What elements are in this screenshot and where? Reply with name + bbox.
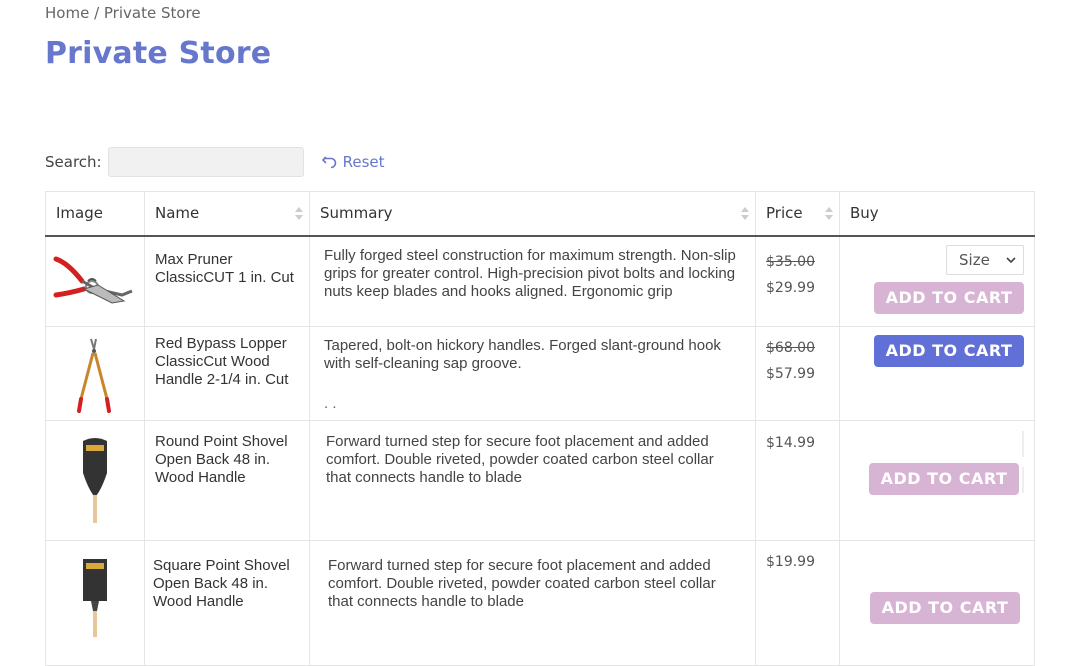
old-price: $68.00 — [766, 340, 815, 356]
search-input[interactable] — [107, 147, 304, 177]
current-price: $29.99 — [766, 279, 815, 296]
product-image-cell — [45, 420, 145, 541]
reset-button[interactable]: Reset — [321, 153, 385, 171]
product-price-cell: $35.00 $29.99 — [755, 235, 840, 327]
chevron-down-icon — [1006, 256, 1016, 263]
product-price-cell: $14.99 — [755, 420, 840, 541]
divider — [1022, 467, 1024, 493]
current-price: $19.99 — [766, 554, 815, 570]
product-name[interactable]: Square Point Shovel Open Back 48 in. Woo… — [144, 540, 310, 666]
product-image-cell — [45, 540, 145, 666]
table-row: Round Point Shovel Open Back 48 in. Wood… — [45, 420, 1035, 541]
search-label: Search: — [45, 153, 102, 171]
add-to-cart-button[interactable]: ADD TO CART — [869, 463, 1019, 495]
add-to-cart-button[interactable]: ADD TO CART — [874, 335, 1024, 367]
products-table: Image Name Summary Price Buy Max Pruner … — [45, 191, 1035, 666]
undo-icon — [321, 156, 336, 169]
buy-cell: ADD TO CART — [839, 326, 1035, 421]
product-image-cell — [45, 235, 145, 327]
current-price: $57.99 — [766, 366, 815, 382]
column-header-buy: Buy — [839, 191, 1035, 237]
table-row: Red Bypass Lopper ClassicCut Wood Handle… — [45, 326, 1035, 421]
buy-cell: ADD TO CART — [839, 540, 1035, 666]
page-title: Private Store — [45, 36, 272, 71]
column-header-summary-label: Summary — [320, 204, 393, 223]
buy-cell: ADD TO CART — [839, 420, 1035, 541]
product-price-cell: $19.99 — [755, 540, 840, 666]
divider — [1022, 431, 1024, 457]
size-select[interactable]: Size — [946, 244, 1024, 275]
product-summary: Forward turned step for secure foot plac… — [309, 420, 756, 541]
column-header-name[interactable]: Name — [144, 191, 310, 237]
breadcrumb-home-link[interactable]: Home — [45, 4, 89, 22]
product-image-cell — [45, 326, 145, 421]
sort-icon[interactable] — [295, 207, 303, 221]
lopper-icon[interactable] — [75, 335, 115, 415]
column-header-price[interactable]: Price — [755, 191, 840, 237]
old-price: $35.00 — [766, 253, 815, 270]
breadcrumb-current: Private Store — [103, 4, 201, 22]
column-header-price-label: Price — [766, 204, 803, 223]
product-summary: Tapered, bolt-on hickory handles. Forged… — [324, 337, 721, 372]
table-header-row: Image Name Summary Price Buy — [45, 191, 1035, 237]
column-header-name-label: Name — [155, 204, 200, 223]
product-price-cell: $68.00 $57.99 — [755, 326, 840, 421]
product-name[interactable]: Red Bypass Lopper ClassicCut Wood Handle… — [144, 326, 310, 421]
reset-label: Reset — [342, 153, 385, 171]
breadcrumb: Home / Private Store — [45, 4, 201, 22]
sort-icon[interactable] — [825, 207, 833, 221]
product-name[interactable]: Round Point Shovel Open Back 48 in. Wood… — [144, 420, 310, 541]
breadcrumb-separator: / — [89, 4, 104, 22]
product-summary: Fully forged steel construction for maxi… — [309, 235, 756, 327]
product-summary-cell: Tapered, bolt-on hickory handles. Forged… — [309, 326, 756, 421]
current-price: $14.99 — [766, 435, 815, 451]
product-summary: Forward turned step for secure foot plac… — [309, 540, 756, 666]
sort-icon[interactable] — [741, 207, 749, 221]
table-row: Max Pruner ClassicCUT 1 in. Cut Fully fo… — [45, 235, 1035, 327]
column-header-summary[interactable]: Summary — [309, 191, 756, 237]
table-row: Square Point Shovel Open Back 48 in. Woo… — [45, 540, 1035, 666]
add-to-cart-button[interactable]: ADD TO CART — [874, 281, 1024, 314]
pruner-icon[interactable] — [52, 251, 138, 317]
round-shovel-icon[interactable] — [75, 435, 115, 525]
search-bar: Search: Reset — [45, 146, 385, 178]
summary-ellipsis: . . — [324, 395, 337, 412]
product-name[interactable]: Max Pruner ClassicCUT 1 in. Cut — [144, 235, 310, 327]
buy-cell: Size ADD TO CART — [839, 235, 1035, 327]
column-header-image: Image — [45, 191, 145, 237]
square-shovel-icon[interactable] — [75, 555, 115, 639]
add-to-cart-button[interactable]: ADD TO CART — [870, 592, 1020, 624]
size-select-value: Size — [959, 250, 990, 269]
